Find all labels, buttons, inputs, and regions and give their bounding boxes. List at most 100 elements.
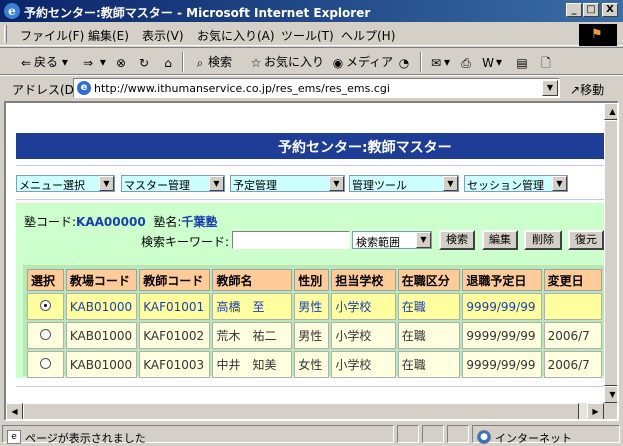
scroll-right-icon[interactable]: ▶	[587, 403, 604, 419]
schedule-admin-dropdown[interactable]: 予定管理 ▼	[230, 175, 345, 192]
scroll-left-icon[interactable]: ◀	[6, 403, 23, 419]
refresh-button[interactable]: ↻	[136, 53, 152, 71]
divider	[16, 386, 604, 387]
scroll-up-icon[interactable]: ▲	[604, 103, 617, 120]
table-header-row: 選択 教場コード 教師コード 教師名 性別 担当学校 在職区分 退職予定日 変更…	[27, 269, 602, 291]
menu-select-dropdown[interactable]: メニュー選択 ▼	[16, 175, 115, 192]
horizontal-scrollbar[interactable]: ◀ ▶	[6, 403, 604, 419]
select-radio[interactable]	[39, 328, 51, 340]
address-dropdown-icon[interactable]: ▼	[542, 80, 558, 96]
print-button[interactable]: ⎙	[458, 53, 474, 71]
col-school-code: 教場コード	[65, 269, 138, 291]
table-row[interactable]: KAB01000 KAF01001 高橋 至 男性 小学校 在職 9999/99…	[27, 293, 602, 320]
session-admin-dropdown[interactable]: セッション管理 ▼	[464, 175, 568, 192]
toolbar: ⇐ 戻る ▾ ⇒ ▾ ⊗ ↻ ⌂ ⌕ 検索 ☆ お気に入り ◉ メディア ◔ ✉ ▾ ⎙ …	[0, 47, 623, 75]
zone-text: インターネット	[495, 432, 572, 445]
page-icon: e	[77, 81, 91, 95]
select-radio[interactable]	[39, 299, 51, 311]
globe-icon: ●	[477, 430, 491, 444]
menu-favorites[interactable]: お気に入り(A)	[197, 27, 275, 44]
media-button[interactable]: ◉ メディア	[330, 53, 393, 71]
keyword-input[interactable]	[232, 231, 350, 249]
juku-info: 塾コード:KAA00000 塾名:千葉塾	[24, 215, 218, 229]
edit-button[interactable]: 編集	[482, 230, 518, 250]
address-url: http://www.ithumanservice.co.jp/res_ems/…	[94, 82, 390, 95]
menu-file[interactable]: ファイル(F)	[20, 27, 84, 44]
chevron-down-icon: ▼	[552, 176, 567, 191]
address-label: アドレス(D)	[12, 83, 79, 97]
divider	[16, 165, 604, 166]
divider	[16, 199, 604, 200]
menu-bar: ファイル(F) 編集(E) 表示(V) お気に入り(A) ツール(T) ヘルプ(…	[0, 22, 623, 46]
discuss-icon: ▤	[516, 55, 528, 70]
page: 予約センター:教師マスター メニュー選択 ▼ マスター管理 ▼ 予定管理 ▼ 管理ツー…	[6, 103, 604, 403]
horizontal-scroll-thumb[interactable]	[23, 403, 579, 419]
teacher-table-wrap: 選択 教場コード 教師コード 教師名 性別 担当学校 在職区分 退職予定日 変更…	[23, 265, 604, 378]
home-button[interactable]: ⌂	[160, 53, 176, 71]
favorites-icon: ☆	[250, 55, 262, 70]
search-panel: 塾コード:KAA00000 塾名:千葉塾 検索キーワード: 検索範囲 ▼ 検索 編…	[16, 203, 604, 378]
search-submit-button[interactable]: 検索	[439, 230, 475, 250]
keyword-label: 検索キーワード:	[141, 235, 230, 249]
forward-button[interactable]: ⇒ ▾	[80, 53, 106, 71]
address-bar: アドレス(D) e http://www.ithumanservice.co.j…	[0, 75, 623, 99]
edit-page-button[interactable]: W ▾	[480, 53, 502, 71]
scroll-down-icon[interactable]: ▼	[604, 386, 617, 403]
go-arrow-icon: ↗	[570, 83, 581, 97]
search-range-dropdown[interactable]: 検索範囲 ▼	[352, 231, 432, 249]
chevron-down-icon: ▼	[329, 176, 344, 191]
teacher-table: 選択 教場コード 教師コード 教師名 性別 担当学校 在職区分 退職予定日 変更…	[25, 267, 604, 380]
history-button[interactable]: ◔	[396, 53, 412, 71]
admin-tools-dropdown[interactable]: 管理ツール ▼	[349, 175, 459, 192]
menu-tools[interactable]: ツール(T)	[281, 27, 334, 44]
col-school: 担当学校	[331, 269, 396, 291]
discuss-button[interactable]: ▤	[514, 53, 530, 71]
chevron-down-icon: ▼	[99, 176, 114, 191]
juku-code: KAA00000	[76, 215, 146, 229]
home-icon: ⌂	[164, 55, 172, 70]
vertical-scroll-thumb[interactable]	[604, 120, 617, 386]
chevron-down-icon: ▼	[209, 176, 224, 191]
col-change-date: 変更日	[543, 269, 602, 291]
toolbar-separator	[182, 52, 184, 72]
status-zone: ● インターネット	[472, 425, 620, 445]
table-row[interactable]: KAB01000 KAF01002 荒木 祐二 男性 小学校 在職 9999/9…	[27, 322, 602, 349]
menu-view[interactable]: 表示(V)	[142, 27, 184, 44]
menu-edit[interactable]: 編集(E)	[88, 27, 129, 44]
search-icon: ⌕	[196, 55, 204, 70]
close-button[interactable]: X	[602, 3, 618, 17]
page-done-icon: e	[7, 430, 21, 444]
select-radio[interactable]	[39, 357, 51, 369]
col-teacher-name: 教師名	[212, 269, 293, 291]
ie-icon: e	[4, 3, 20, 19]
master-admin-dropdown[interactable]: マスター管理 ▼	[121, 175, 225, 192]
stop-icon: ⊗	[115, 55, 127, 70]
status-cell	[422, 425, 444, 443]
address-input[interactable]: e http://www.ithumanservice.co.jp/res_em…	[73, 78, 560, 98]
status-bar: e ページが表示されました ● インターネット	[0, 423, 623, 446]
mail-icon: ✉	[430, 55, 442, 70]
col-gender: 性別	[294, 269, 330, 291]
research-icon: 🗋	[541, 55, 551, 70]
mail-button[interactable]: ✉ ▾	[428, 53, 450, 71]
menu-help[interactable]: ヘルプ(H)	[341, 27, 395, 44]
table-row[interactable]: KAB01000 KAF01003 中井 知美 女性 小学校 在職 9999/9…	[27, 351, 602, 378]
status-text: ページが表示されました	[25, 432, 146, 445]
research-button[interactable]: 🗋	[538, 53, 554, 71]
minimize-button[interactable]: _	[566, 3, 582, 17]
maximize-button[interactable]: □	[583, 3, 599, 17]
forward-arrow-icon: ⇒	[82, 55, 94, 70]
search-button[interactable]: ⌕ 検索	[192, 53, 232, 71]
favorites-button[interactable]: ☆ お気に入り	[248, 53, 324, 71]
go-button[interactable]: ↗移動	[570, 81, 604, 98]
restore-button[interactable]: 復元	[568, 230, 604, 250]
menu-grip	[4, 25, 7, 43]
chevron-down-icon: ▼	[416, 232, 431, 248]
status-cell	[397, 425, 419, 443]
vertical-scrollbar[interactable]: ▲ ▼	[604, 103, 617, 403]
back-arrow-icon: ⇐	[20, 55, 32, 70]
col-status: 在職区分	[397, 269, 461, 291]
delete-button[interactable]: 削除	[524, 230, 562, 250]
back-button[interactable]: ⇐ 戻る ▾	[18, 53, 68, 71]
stop-button[interactable]: ⊗	[113, 53, 129, 71]
